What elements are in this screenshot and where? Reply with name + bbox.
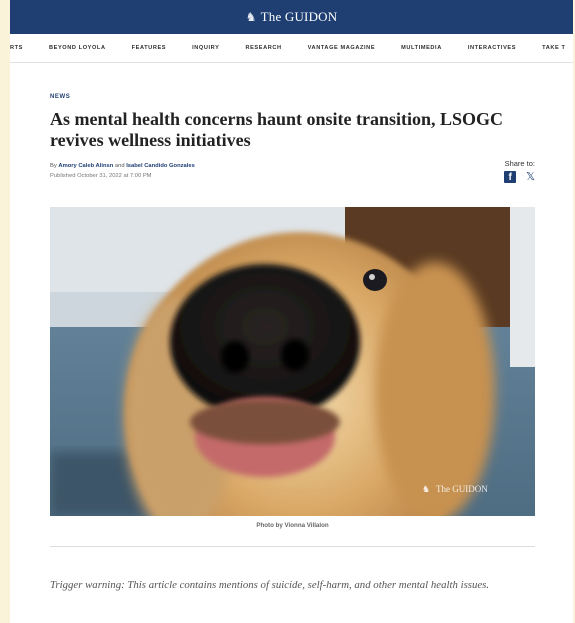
svg-text:♞: ♞: [422, 484, 430, 494]
nav-item-multimedia[interactable]: MULTIMEDIA: [401, 45, 442, 51]
site-logo-text: The GUIDON: [260, 9, 338, 24]
article-page: ♞ The GUIDON RTS BEYOND LOYOLA FEATURES …: [10, 0, 573, 623]
author-link[interactable]: Isabel Candido Gonzales: [126, 163, 195, 169]
section-label[interactable]: NEWS: [50, 94, 535, 100]
site-logo[interactable]: ♞ The GUIDON: [246, 9, 338, 25]
masthead: ♞ The GUIDON: [10, 0, 573, 34]
svg-text:The GUIDON: The GUIDON: [436, 484, 488, 494]
trigger-warning: Trigger warning: This article contains m…: [50, 579, 490, 591]
article-photo: ♞ The GUIDON: [50, 207, 535, 516]
nav-item-take[interactable]: TAKE T: [542, 45, 565, 51]
facebook-icon[interactable]: f: [504, 171, 517, 184]
nav-item-features[interactable]: FEATURES: [132, 45, 167, 51]
x-icon[interactable]: 𝕏: [526, 171, 535, 183]
article: NEWS As mental health concerns haunt ons…: [50, 94, 535, 591]
byline: By Amory Caleb Alinsn and Isabel Candido…: [50, 163, 535, 169]
nav-item[interactable]: RTS: [10, 45, 23, 51]
byline-prefix: By: [50, 163, 57, 170]
article-meta: By Amory Caleb Alinsn and Isabel Candido…: [50, 159, 535, 193]
dog-photo: ♞ The GUIDON: [50, 207, 535, 516]
guidon-logo-icon: ♞: [245, 9, 257, 24]
author-link[interactable]: Amory Caleb Alinsn: [58, 163, 113, 169]
section-nav: RTS BEYOND LOYOLA FEATURES INQUIRY RESEA…: [10, 34, 573, 63]
share-label: Share to:: [504, 159, 535, 169]
share-icons: f 𝕏: [504, 171, 535, 184]
published-date: Published October 31, 2022 at 7:00 PM: [50, 173, 152, 180]
nav-item-research[interactable]: RESEARCH: [245, 45, 281, 51]
nav-item-vantage-magazine[interactable]: VANTAGE MAGAZINE: [308, 45, 376, 51]
nav-item-beyond-loyola[interactable]: BEYOND LOYOLA: [49, 45, 106, 51]
photo-caption: Photo by Vionna Villalon: [256, 522, 329, 529]
nav-item-inquiry[interactable]: INQUIRY: [192, 45, 219, 51]
share-box: Share to: f 𝕏: [504, 159, 535, 184]
byline-and: and: [114, 163, 125, 170]
nav-item-interactives[interactable]: INTERACTIVES: [468, 45, 516, 51]
content-divider: [50, 546, 535, 547]
article-headline: As mental health concerns haunt onsite t…: [50, 109, 504, 150]
